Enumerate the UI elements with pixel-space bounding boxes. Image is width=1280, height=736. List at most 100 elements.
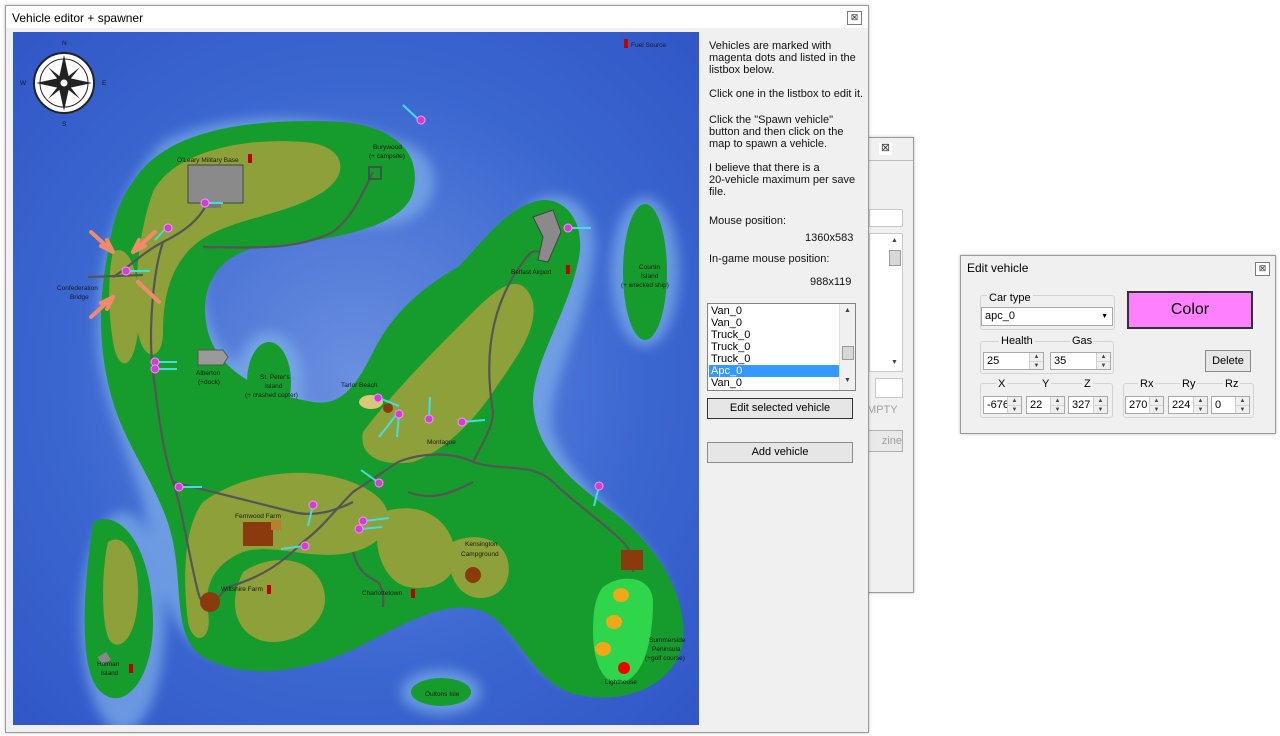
rz-spinner[interactable]: ▲ ▼ — [1235, 397, 1249, 413]
lighthouse — [618, 662, 630, 674]
dock — [197, 349, 229, 366]
vehicle-list-item[interactable]: Van_0 — [709, 305, 839, 317]
car-type-select[interactable]: apc_0 ▼ — [981, 307, 1113, 326]
vehicle-list-item[interactable]: Apc_0 — [709, 365, 839, 377]
health-spinner[interactable]: ▲ ▼ — [1029, 353, 1043, 369]
fernwood-barn — [271, 520, 281, 530]
close-button[interactable]: ⊠ — [847, 11, 862, 25]
label-oultons: Oultons Isle — [425, 691, 460, 698]
x-input[interactable]: -676 ▲ ▼ — [983, 396, 1022, 414]
color-button[interactable]: Color — [1127, 291, 1253, 329]
x-spinner[interactable]: ▲ ▼ — [1007, 397, 1021, 413]
add-vehicle-button[interactable]: Add vehicle — [707, 442, 853, 463]
ry-input[interactable]: 224 ▲ ▼ — [1168, 396, 1208, 414]
listbox-scrollbar[interactable]: ▲ ▼ — [839, 304, 855, 390]
scroll-thumb[interactable] — [842, 346, 854, 360]
info-line: I believe that there is a — [709, 162, 820, 174]
background-window: ⊠ ▲ ▼ MPTY zine — [862, 137, 914, 593]
z-spinner[interactable]: ▲ ▼ — [1093, 397, 1107, 413]
label-lighthouse: Lighthouse — [605, 679, 637, 686]
bg-text-field[interactable] — [869, 209, 903, 227]
gas-label: Gas — [1070, 335, 1095, 347]
scroll-down-icon[interactable]: ▼ — [840, 374, 855, 388]
bg-scroll-thumb[interactable] — [889, 250, 901, 266]
label-summerside-2: Peninsula — [652, 646, 681, 653]
vehicle-list-item[interactable]: Van_0 — [709, 377, 839, 389]
bg-magazine-button[interactable]: zine — [863, 430, 903, 452]
compass-e: E — [102, 80, 107, 87]
info-line: 20-vehicle maximum per save — [709, 174, 856, 186]
label-fernwood: Fernwood Farm — [235, 513, 281, 520]
label-oleary: O'Leary Military Base — [177, 157, 239, 164]
health-input[interactable]: 25 ▲ ▼ — [983, 352, 1044, 370]
delete-button[interactable]: Delete — [1205, 350, 1251, 372]
fernwood-farm — [243, 522, 273, 546]
rx-spinner[interactable]: ▲ ▼ — [1149, 397, 1163, 413]
bg-listbox[interactable]: ▲ ▼ — [869, 233, 903, 372]
car-type-label: Car type — [987, 292, 1033, 304]
vehicle-list-item[interactable]: Van_0 — [709, 317, 839, 329]
x-label: X — [996, 378, 1008, 390]
label-alberton-2: (+dock) — [198, 379, 220, 386]
info-paragraph-1: Vehicles are marked with magenta dots an… — [709, 40, 856, 76]
mouse-position-label: Mouse position: — [709, 215, 787, 227]
info-line: magenta dots and listed in the — [709, 52, 856, 64]
ry-label: Ry — [1180, 378, 1198, 390]
vehicle-list-item[interactable]: Truck_0 — [709, 329, 839, 341]
label-courtin-3: (+ wrecked ship) — [621, 282, 669, 289]
vehicle-listbox[interactable]: Van_0 Van_0 Truck_0 Truck_0 Truck_0 Apc_0 Van_… — [707, 303, 856, 391]
y-spinner[interactable]: ▲ ▼ — [1050, 397, 1064, 413]
ingame-position-value: 988x119 — [810, 276, 852, 288]
rz-value: 0 — [1215, 399, 1222, 411]
wiltshire-farm — [200, 592, 220, 612]
info-line: listbox below. — [709, 64, 775, 76]
label-summerside-3: (+golf course) — [645, 655, 685, 662]
scroll-up-icon[interactable]: ▲ — [840, 304, 855, 318]
info-paragraph-2: Click one in the listbox to edit it. — [709, 88, 863, 100]
info-paragraph-3: Click the "Spawn vehicle" button and the… — [709, 114, 844, 150]
vehicle-editor-window: Vehicle editor + spawner ⊠ N S E W Fuel … — [5, 5, 869, 733]
gas-input[interactable]: 35 ▲ ▼ — [1050, 352, 1111, 370]
rx-input[interactable]: 270 ▲ ▼ — [1125, 396, 1164, 414]
info-line: file. — [709, 186, 727, 198]
label-fuel: Fuel Source — [631, 42, 666, 49]
label-alberton-1: Alberton — [196, 370, 221, 377]
bg-scroll-down-arrow[interactable]: ▼ — [887, 356, 902, 370]
edit-titlebar: Edit vehicle ⊠ — [961, 256, 1275, 278]
health-label: Health — [999, 335, 1035, 347]
vehicle-list-item[interactable]: Truck_0 — [709, 353, 839, 365]
info-line: Click the "Spawn vehicle" — [709, 114, 833, 126]
bg-header-strip — [863, 160, 913, 161]
vehicle-list: Van_0 Van_0 Truck_0 Truck_0 Truck_0 Apc_0 Van_… — [709, 305, 839, 389]
x-value: -676 — [987, 399, 1010, 411]
label-holman-1: Holman — [97, 661, 120, 668]
gas-spinner[interactable]: ▲ ▼ — [1096, 353, 1110, 369]
bg-scroll-up-arrow[interactable]: ▲ — [887, 234, 902, 248]
bg-close-button[interactable]: ⊠ — [879, 143, 892, 155]
chevron-down-icon: ▼ — [1101, 313, 1108, 320]
ry-value: 224 — [1172, 399, 1191, 411]
label-charlottetown: Charlottetown — [362, 590, 402, 597]
label-stpeters-3: (+ crashed copter) — [245, 392, 298, 399]
info-line: Click one in the listbox to edit it. — [709, 88, 864, 100]
rz-input[interactable]: 0 ▲ ▼ — [1211, 396, 1250, 414]
z-input[interactable]: 327 ▲ ▼ — [1068, 396, 1108, 414]
y-input[interactable]: 22 ▲ ▼ — [1026, 396, 1065, 414]
edit-selected-vehicle-button[interactable]: Edit selected vehicle — [707, 398, 853, 419]
label-confed-1: Confederation — [57, 285, 98, 292]
vehicle-list-item[interactable]: Truck_0 — [709, 341, 839, 353]
label-kensington-1: Kensington — [465, 541, 498, 548]
rx-label: Rx — [1138, 378, 1156, 390]
label-courtin-2: Island — [641, 273, 659, 280]
rx-value: 270 — [1129, 399, 1148, 411]
label-holman-2: Island — [101, 670, 119, 677]
y-label: Y — [1040, 378, 1052, 390]
edit-close-button[interactable]: ⊠ — [1255, 262, 1270, 276]
ry-spinner[interactable]: ▲ ▼ — [1193, 397, 1207, 413]
car-type-value: apc_0 — [985, 310, 1015, 322]
bg-spinner[interactable] — [875, 378, 903, 398]
label-stpeters-1: St. Peter's — [260, 374, 291, 381]
island-map[interactable]: N S E W Fuel Source O'Leary Military Bas… — [13, 32, 699, 725]
kensington-site — [465, 567, 481, 583]
label-kensington-2: Campground — [461, 551, 499, 558]
